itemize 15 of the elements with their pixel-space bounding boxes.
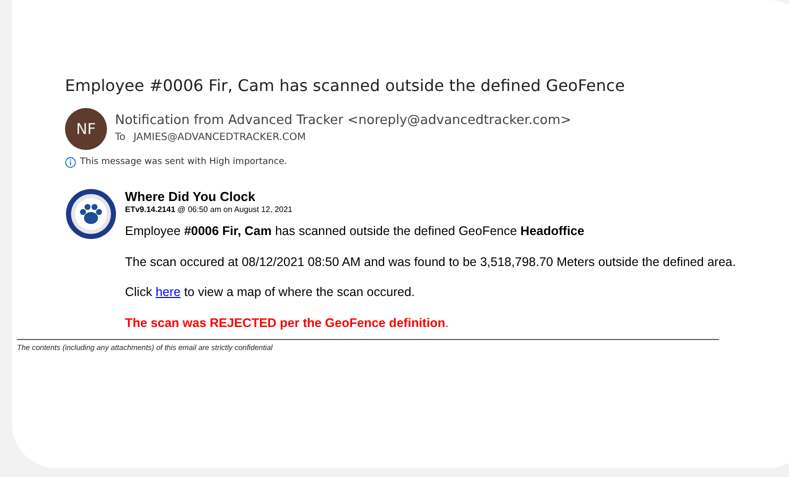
- message-paragraph: The scan occured at 08/12/2021 08:50 AM and was found to be 3,518,798.70 Meters outside the defined area.: [125, 254, 736, 271]
- app-name: Where Did You Clock: [125, 190, 256, 204]
- paw-logo-icon: [65, 188, 117, 240]
- importance-note: This message was sent with High importance.: [80, 156, 288, 169]
- info-icon: [65, 157, 76, 168]
- rejection-notice: The scan was REJECTED per the GeoFence definition.: [125, 315, 450, 332]
- version-line: ETv9.14.2141 @ 06:50 am on August 12, 2021: [125, 204, 294, 216]
- sender-line: Notification from Advanced Tracker <noreply@advancedtracker.com>: [115, 113, 572, 130]
- to-label: To: [115, 130, 126, 145]
- map-link[interactable]: here: [156, 285, 181, 300]
- avatar-circle: NF: [65, 108, 107, 150]
- email-subject: Employee #0006 Fir, Cam has scanned outside the defined GeoFence: [65, 75, 626, 97]
- message-paragraph: Click here to view a map of where the scan occured.: [125, 284, 416, 302]
- recipient: JAMIES@ADVANCEDTRACKER.COM: [134, 130, 306, 145]
- message-paragraph: Employee #0006 Fir, Cam has scanned outside the defined GeoFence Headoffice: [125, 222, 586, 240]
